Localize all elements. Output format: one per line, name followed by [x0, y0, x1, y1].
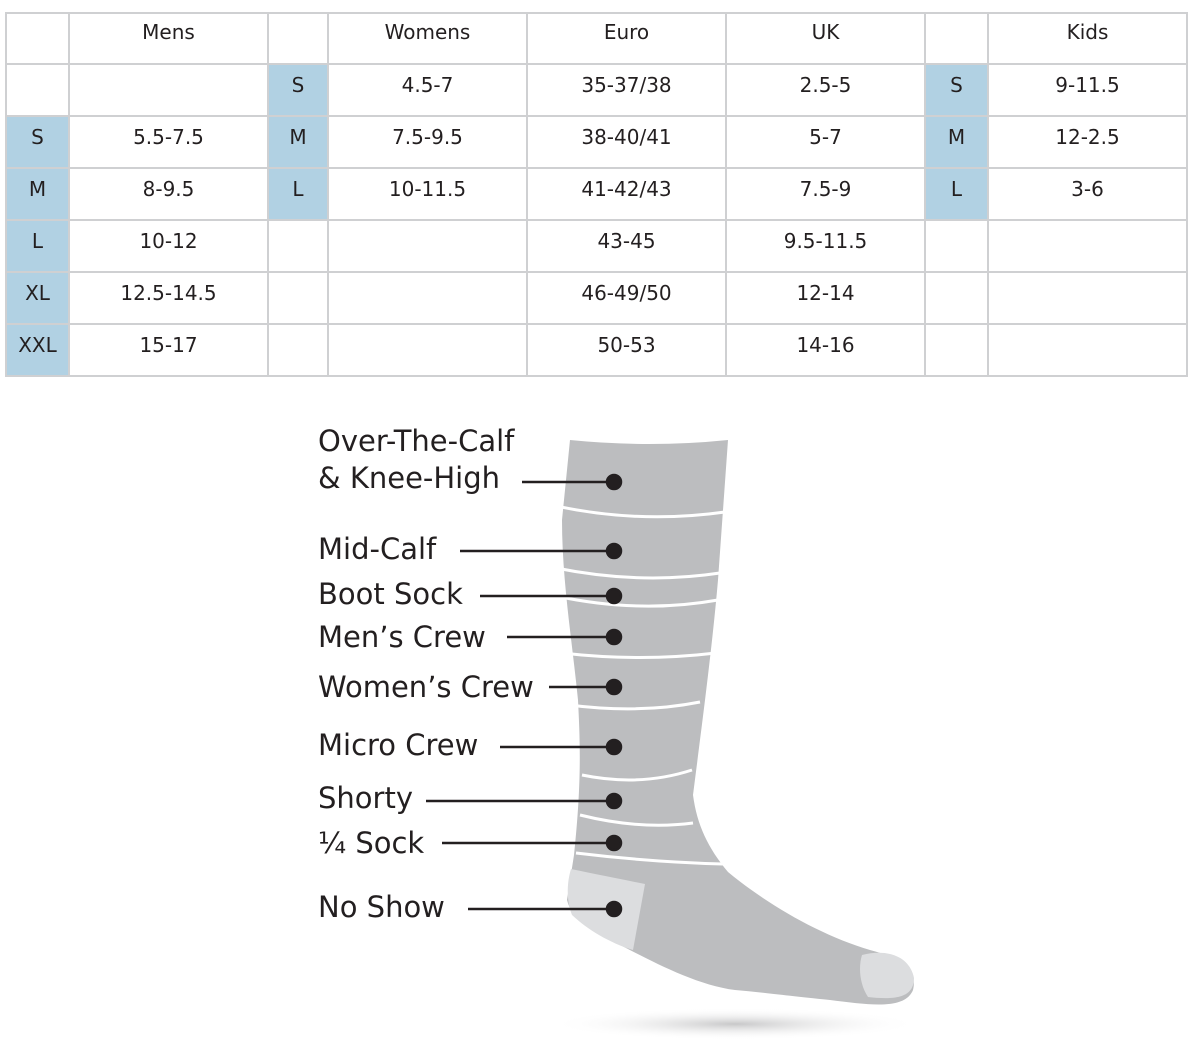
kids-value: 12-2.5: [987, 115, 1188, 169]
callout-dot: [605, 792, 623, 810]
kids-size-label: [924, 323, 989, 377]
toe-zone: [860, 952, 914, 999]
kids-value: [987, 271, 1188, 325]
callout-dot: [605, 834, 623, 852]
header-cell: [267, 12, 329, 65]
label-micro-crew: Micro Crew: [318, 728, 478, 762]
header-euro: Euro: [526, 12, 727, 65]
uk-value: 12-14: [725, 271, 926, 325]
uk-value: 9.5-11.5: [725, 219, 926, 273]
sock-height-diagram: Over-The-Calf & Knee-High Mid-Calf Boot …: [318, 424, 920, 1040]
header-cell: [5, 12, 70, 65]
table-row: S 4.5-7 35-37/38 2.5-5 S 9-11.5: [5, 63, 1188, 117]
mens-value: 10-12: [68, 219, 269, 273]
kids-size-label: L: [924, 167, 989, 221]
table-header-row: Mens Womens Euro UK Kids: [5, 12, 1188, 65]
kids-size-label: [924, 271, 989, 325]
womens-size-label: S: [267, 63, 329, 117]
mens-value: 12.5-14.5: [68, 271, 269, 325]
table-row: XL 12.5-14.5 46-49/50 12-14: [5, 271, 1188, 325]
table-row: S 5.5-7.5 M 7.5-9.5 38-40/41 5-7 M 12-2.…: [5, 115, 1188, 169]
header-womens: Womens: [327, 12, 528, 65]
euro-value: 46-49/50: [526, 271, 727, 325]
callout-dot: [605, 900, 623, 918]
kids-value: 3-6: [987, 167, 1188, 221]
table-row: L 10-12 43-45 9.5-11.5: [5, 219, 1188, 273]
callout-dot: [605, 587, 623, 605]
uk-value: 14-16: [725, 323, 926, 377]
label-boot-sock: Boot Sock: [318, 577, 463, 611]
header-cell: [924, 12, 989, 65]
kids-size-label: S: [924, 63, 989, 117]
uk-value: 7.5-9: [725, 167, 926, 221]
womens-size-label: [267, 271, 329, 325]
mens-size-label: XXL: [5, 323, 70, 377]
kids-value: [987, 219, 1188, 273]
uk-value: 5-7: [725, 115, 926, 169]
callout-dot: [605, 628, 623, 646]
kids-value: 9-11.5: [987, 63, 1188, 117]
label-mid-calf: Mid-Calf: [318, 532, 437, 566]
header-kids: Kids: [987, 12, 1188, 65]
callout-dot: [605, 542, 623, 560]
callout-dot: [605, 738, 623, 756]
womens-value: [327, 219, 528, 273]
uk-value: 2.5-5: [725, 63, 926, 117]
womens-value: 4.5-7: [327, 63, 528, 117]
mens-value: [68, 63, 269, 117]
euro-value: 43-45: [526, 219, 727, 273]
label-mens-crew: Men’s Crew: [318, 620, 486, 654]
womens-value: [327, 271, 528, 325]
mens-size-label: [5, 63, 70, 117]
mens-size-label: S: [5, 115, 70, 169]
euro-value: 35-37/38: [526, 63, 727, 117]
womens-size-label: M: [267, 115, 329, 169]
kids-size-label: M: [924, 115, 989, 169]
table-row: XXL 15-17 50-53 14-16: [5, 323, 1188, 377]
womens-size-label: L: [267, 167, 329, 221]
sock-shadow: [550, 1008, 920, 1040]
label-quarter-sock: ¼ Sock: [318, 826, 424, 860]
header-mens: Mens: [68, 12, 269, 65]
womens-size-label: [267, 323, 329, 377]
mens-value: 15-17: [68, 323, 269, 377]
womens-value: 7.5-9.5: [327, 115, 528, 169]
label-shorty: Shorty: [318, 781, 413, 815]
kids-size-label: [924, 219, 989, 273]
mens-size-label: XL: [5, 271, 70, 325]
euro-value: 41-42/43: [526, 167, 727, 221]
label-knee-high: & Knee-High: [318, 461, 500, 495]
mens-value: 8-9.5: [68, 167, 269, 221]
callout-dot: [605, 473, 623, 491]
table-row: M 8-9.5 L 10-11.5 41-42/43 7.5-9 L 3-6: [5, 167, 1188, 221]
label-over-the-calf: Over-The-Calf: [318, 424, 515, 458]
womens-size-label: [267, 219, 329, 273]
euro-value: 38-40/41: [526, 115, 727, 169]
header-uk: UK: [725, 12, 926, 65]
label-no-show: No Show: [318, 890, 445, 924]
womens-value: [327, 323, 528, 377]
kids-value: [987, 323, 1188, 377]
womens-value: 10-11.5: [327, 167, 528, 221]
callout-labels: Over-The-Calf & Knee-High Mid-Calf Boot …: [318, 424, 534, 924]
mens-value: 5.5-7.5: [68, 115, 269, 169]
label-womens-crew: Women’s Crew: [318, 670, 534, 704]
callout-dot: [605, 678, 623, 696]
mens-size-label: M: [5, 167, 70, 221]
size-chart-table: Mens Womens Euro UK Kids S 4.5-7 35-37/3…: [5, 12, 1188, 377]
mens-size-label: L: [5, 219, 70, 273]
euro-value: 50-53: [526, 323, 727, 377]
